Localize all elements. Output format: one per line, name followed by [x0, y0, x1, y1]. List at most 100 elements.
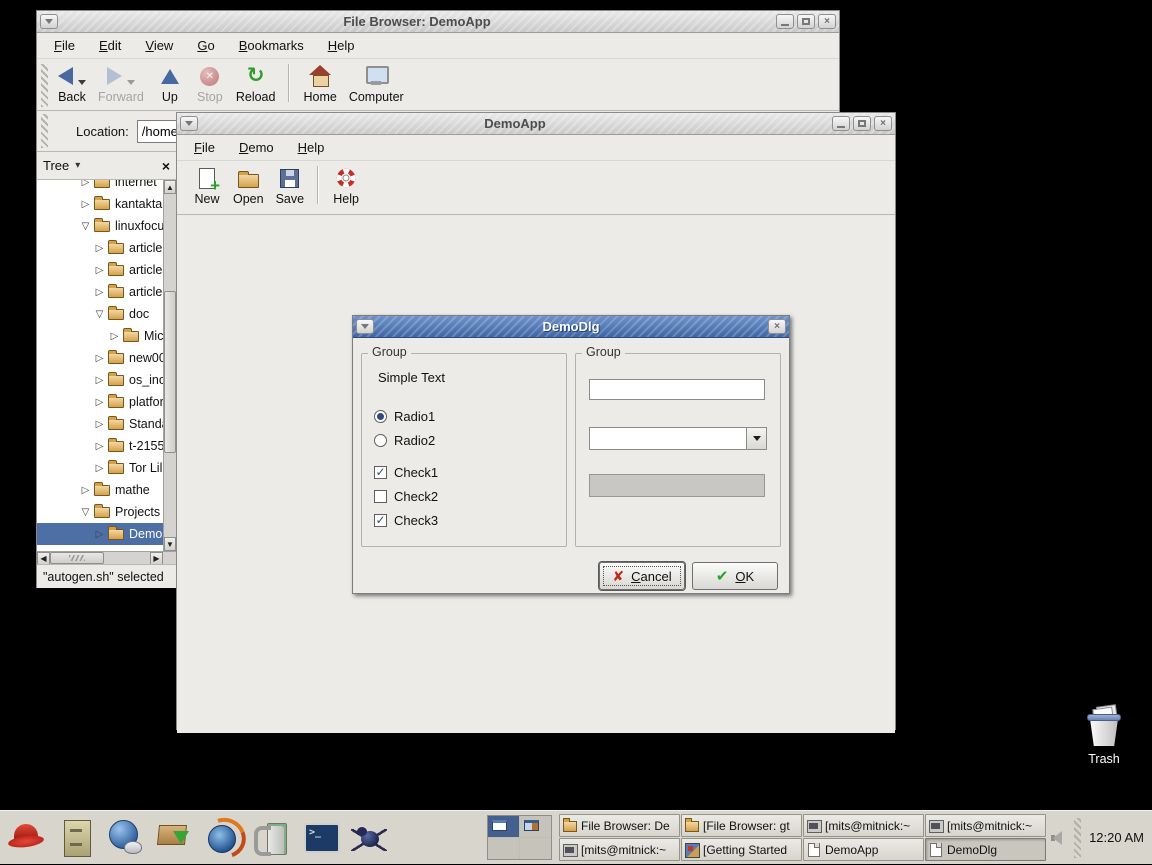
- launcher-button[interactable]: [298, 815, 342, 861]
- window-menu-button[interactable]: [180, 116, 198, 131]
- task-button[interactable]: [File Browser: gt: [681, 814, 802, 837]
- tree-expander-icon[interactable]: ▷: [93, 375, 106, 386]
- menu-item[interactable]: File: [43, 35, 86, 56]
- task-button[interactable]: DemoApp: [803, 838, 924, 861]
- scroll-down-button[interactable]: ▼: [164, 537, 176, 551]
- toolbar-drag-handle[interactable]: [41, 64, 48, 107]
- tree-item[interactable]: ▷ mathe: [37, 479, 163, 501]
- task-button[interactable]: [mits@mitnick:~: [559, 838, 680, 861]
- tree-item[interactable]: ▷ internet: [37, 180, 163, 193]
- launcher-button[interactable]: [53, 815, 97, 861]
- tree-item[interactable]: ▷ t-2155: [37, 435, 163, 457]
- tree-expander-icon[interactable]: ▷: [79, 485, 92, 496]
- checkbox-option[interactable]: ✓ Check2: [374, 484, 566, 508]
- tree-expander-icon[interactable]: ▷: [79, 199, 92, 210]
- tree-expander-icon[interactable]: ▽: [79, 507, 92, 518]
- locationbar-drag-handle[interactable]: [41, 114, 48, 148]
- tree-item[interactable]: ▷ platfor: [37, 391, 163, 413]
- home-button[interactable]: Home: [297, 61, 342, 104]
- computer-button[interactable]: Computer: [343, 61, 410, 104]
- panel-drag-handle[interactable]: [1074, 818, 1081, 858]
- tree-expander-icon[interactable]: ▷: [93, 287, 106, 298]
- tree-expander-icon[interactable]: ▷: [93, 529, 106, 540]
- tree-expander-icon[interactable]: ▷: [93, 353, 106, 364]
- cancel-button[interactable]: ✘ Cancel: [599, 562, 685, 590]
- up-button[interactable]: Up: [150, 61, 190, 104]
- radio-option[interactable]: Radio1: [374, 404, 566, 428]
- trash-icon[interactable]: [1086, 708, 1122, 748]
- radio-icon[interactable]: [374, 434, 387, 447]
- workspace-cell-1[interactable]: [488, 816, 519, 837]
- task-button[interactable]: File Browser: De: [559, 814, 680, 837]
- tree-expander-icon[interactable]: ▷: [93, 463, 106, 474]
- minimize-button[interactable]: [832, 116, 850, 131]
- menu-item[interactable]: Help: [287, 137, 336, 158]
- side-pane-selector[interactable]: Tree: [43, 158, 69, 173]
- close-button[interactable]: ×: [818, 14, 836, 29]
- clock[interactable]: 12:20 AM: [1089, 830, 1144, 845]
- scroll-up-button[interactable]: ▲: [164, 180, 176, 194]
- launcher-button[interactable]: [151, 815, 195, 861]
- tree-expander-icon[interactable]: ▷: [93, 243, 106, 254]
- workspace-cell-4[interactable]: [520, 838, 551, 859]
- launcher-button[interactable]: [102, 815, 146, 861]
- maximize-button[interactable]: [853, 116, 871, 131]
- tree-expander-icon[interactable]: ▽: [79, 221, 92, 232]
- forward-dropdown-icon[interactable]: [127, 80, 135, 85]
- tree-item[interactable]: ▷ Mic: [37, 325, 163, 347]
- workspace-cell-2[interactable]: [520, 816, 551, 837]
- launcher-button[interactable]: [249, 815, 293, 861]
- tree-item[interactable]: ▷ Standa: [37, 413, 163, 435]
- checkbox-icon[interactable]: ✓: [374, 514, 387, 527]
- demoapp-titlebar[interactable]: DemoApp ×: [177, 113, 895, 135]
- tree-expander-icon[interactable]: ▷: [93, 397, 106, 408]
- task-button[interactable]: [mits@mitnick:~: [925, 814, 1046, 837]
- menu-item[interactable]: View: [134, 35, 184, 56]
- tree-item[interactable]: ▷ article: [37, 237, 163, 259]
- checkbox-option[interactable]: ✓ Check1: [374, 460, 566, 484]
- open-button[interactable]: Open: [227, 163, 270, 206]
- minimize-button[interactable]: [776, 14, 794, 29]
- combo-input[interactable]: [589, 427, 747, 450]
- menu-item[interactable]: Help: [317, 35, 366, 56]
- menu-item[interactable]: Go: [186, 35, 225, 56]
- menu-item[interactable]: Bookmarks: [228, 35, 315, 56]
- volume-icon[interactable]: [1050, 830, 1066, 846]
- tree-item[interactable]: ▷ Tor Lil: [37, 457, 163, 479]
- help-button[interactable]: Help: [326, 163, 366, 206]
- tree-expander-icon[interactable]: ▷: [93, 265, 106, 276]
- task-button[interactable]: [Getting Started: [681, 838, 802, 861]
- back-dropdown-icon[interactable]: [78, 80, 86, 85]
- tree-item[interactable]: ▽ Projects: [37, 501, 163, 523]
- tree-expander-icon[interactable]: ▷: [93, 419, 106, 430]
- tree-expander-icon[interactable]: ▷: [79, 180, 92, 188]
- maximize-button[interactable]: [797, 14, 815, 29]
- horizontal-scrollbar[interactable]: ◀ ▶: [37, 551, 176, 564]
- ok-button[interactable]: ✔ OK: [692, 562, 778, 590]
- tree-item[interactable]: ▽ linuxfocu: [37, 215, 163, 237]
- reload-button[interactable]: ↻ Reload: [230, 61, 282, 104]
- new-button[interactable]: New: [187, 163, 227, 206]
- tree-expander-icon[interactable]: ▷: [93, 441, 106, 452]
- side-pane-close-button[interactable]: ×: [162, 158, 170, 174]
- tree-item[interactable]: ▽ doc: [37, 303, 163, 325]
- forward-button[interactable]: Forward: [92, 61, 150, 104]
- task-button[interactable]: DemoDlg: [925, 838, 1046, 861]
- close-button[interactable]: ×: [768, 319, 786, 334]
- file-browser-titlebar[interactable]: File Browser: DemoApp ×: [37, 11, 839, 33]
- tree-item[interactable]: ▷ article: [37, 281, 163, 303]
- text-input[interactable]: [589, 379, 765, 400]
- tree-expander-icon[interactable]: ▷: [108, 331, 121, 342]
- checkbox-option[interactable]: ✓ Check3: [374, 508, 566, 532]
- tree-item[interactable]: ▷ article: [37, 259, 163, 281]
- launcher-button[interactable]: [347, 815, 391, 861]
- back-button[interactable]: Back: [52, 61, 92, 104]
- checkbox-icon[interactable]: ✓: [374, 490, 387, 503]
- save-button[interactable]: Save: [270, 163, 311, 206]
- tree-item[interactable]: ▷ kantakta: [37, 193, 163, 215]
- launcher-button[interactable]: [200, 815, 244, 861]
- tree-item[interactable]: ▷ new00: [37, 347, 163, 369]
- window-menu-button[interactable]: [40, 14, 58, 29]
- close-button[interactable]: ×: [874, 116, 892, 131]
- combo-dropdown-button[interactable]: [747, 427, 767, 450]
